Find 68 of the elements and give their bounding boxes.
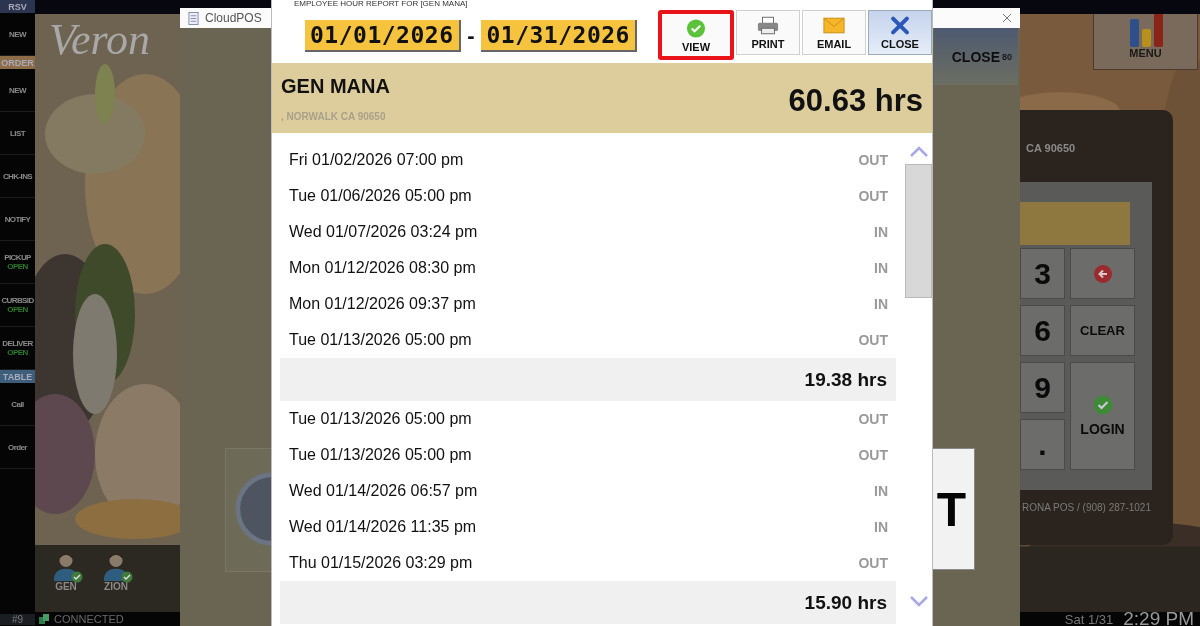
close-button[interactable]: CLOSE 80 xyxy=(934,28,1018,85)
punch-direction: IN xyxy=(874,224,888,240)
check-icon xyxy=(1092,395,1113,415)
date-field[interactable]: 01/01/2026 xyxy=(305,19,461,52)
punch-time: Tue 01/13/2026 05:00 pm xyxy=(289,410,472,428)
login-button[interactable]: LOGIN xyxy=(1070,362,1135,470)
punch-time: Mon 01/12/2026 09:37 pm xyxy=(289,295,476,313)
scroll-up-icon[interactable] xyxy=(908,146,929,158)
punch-direction: IN xyxy=(874,260,888,276)
print-button[interactable]: PRINT xyxy=(736,9,800,55)
address-text: CA 90650 xyxy=(1026,142,1076,154)
punch-time: Wed 01/07/2026 03:24 pm xyxy=(289,223,478,241)
footer-text: RONA POS / (908) 287-1021 xyxy=(1022,502,1151,513)
punch-direction: OUT xyxy=(858,152,888,168)
clock-text: 2:29 PM xyxy=(1123,612,1194,626)
window-title: CloudPOS xyxy=(205,11,262,25)
punch-time: Mon 01/12/2026 08:30 pm xyxy=(289,259,476,277)
date-field[interactable]: 01/31/2026 xyxy=(481,19,637,52)
punch-direction: OUT xyxy=(858,188,888,204)
connection-status: CONNECTED xyxy=(54,613,124,625)
employee-name: GEN MANA xyxy=(281,75,390,98)
punch-direction: IN xyxy=(874,483,888,499)
document-icon xyxy=(188,11,199,25)
date-text: Sat 1/31 xyxy=(1064,611,1114,626)
close-icon xyxy=(889,15,911,35)
keypad-key[interactable]: . xyxy=(1020,419,1065,470)
punch-direction: OUT xyxy=(858,447,888,463)
punch-time: Wed 01/14/2026 06:57 pm xyxy=(289,482,478,500)
section-header: ORDER xyxy=(0,56,35,69)
close-icon[interactable] xyxy=(1002,13,1012,23)
punch-direction: OUT xyxy=(858,555,888,571)
menu-button[interactable]: MENU xyxy=(1093,14,1198,70)
punch-time: Thu 01/15/2026 03:29 pm xyxy=(289,554,473,572)
punch-direction: IN xyxy=(874,296,888,312)
dialog-title: EMPLOYEE HOUR REPORT FOR [GEN MANA] xyxy=(294,0,468,8)
punch-time: Fri 01/02/2026 07:00 pm xyxy=(289,151,464,169)
clear-button[interactable]: CLEAR xyxy=(1070,305,1135,356)
user-button[interactable]: ZION xyxy=(99,545,133,612)
punch-direction: IN xyxy=(874,519,888,535)
total-hours: 60.63 hrs xyxy=(788,83,923,120)
subtotal-hours: 19.38 hrs xyxy=(804,368,887,391)
section-header: TABLE xyxy=(0,370,35,383)
keypad-key[interactable]: 9 xyxy=(1020,362,1065,413)
view-button[interactable]: VIEW xyxy=(658,9,734,60)
keypad-key[interactable]: 3 xyxy=(1020,248,1065,299)
close-button[interactable]: CLOSE xyxy=(868,9,932,55)
check-icon xyxy=(685,18,707,38)
punch-time: Tue 01/06/2026 05:00 pm xyxy=(289,187,472,205)
printer-icon xyxy=(757,15,779,35)
punch-time: Tue 01/13/2026 05:00 pm xyxy=(289,331,472,349)
punch-direction: OUT xyxy=(858,332,888,348)
logo-text: Veron xyxy=(49,14,151,65)
scroll-down-icon[interactable] xyxy=(908,595,929,607)
date-separator: - xyxy=(466,22,476,49)
email-button[interactable]: EMAIL xyxy=(802,9,866,55)
backspace-button[interactable] xyxy=(1070,248,1135,299)
scrollbar-thumb[interactable] xyxy=(905,164,932,298)
keypad-key[interactable]: 6 xyxy=(1020,305,1065,356)
subtotal-hours: 15.90 hrs xyxy=(804,591,887,614)
section-header: RSV xyxy=(0,0,35,13)
user-button[interactable]: GEN xyxy=(49,545,83,612)
station-number: #9 xyxy=(0,613,35,625)
punch-time: Tue 01/13/2026 05:00 pm xyxy=(289,446,472,464)
network-icon xyxy=(38,613,50,625)
pin-field[interactable] xyxy=(1020,202,1130,245)
envelope-icon xyxy=(823,15,845,35)
punch-time: Wed 01/14/2026 11:35 pm xyxy=(289,518,477,536)
punch-direction: OUT xyxy=(858,411,888,427)
